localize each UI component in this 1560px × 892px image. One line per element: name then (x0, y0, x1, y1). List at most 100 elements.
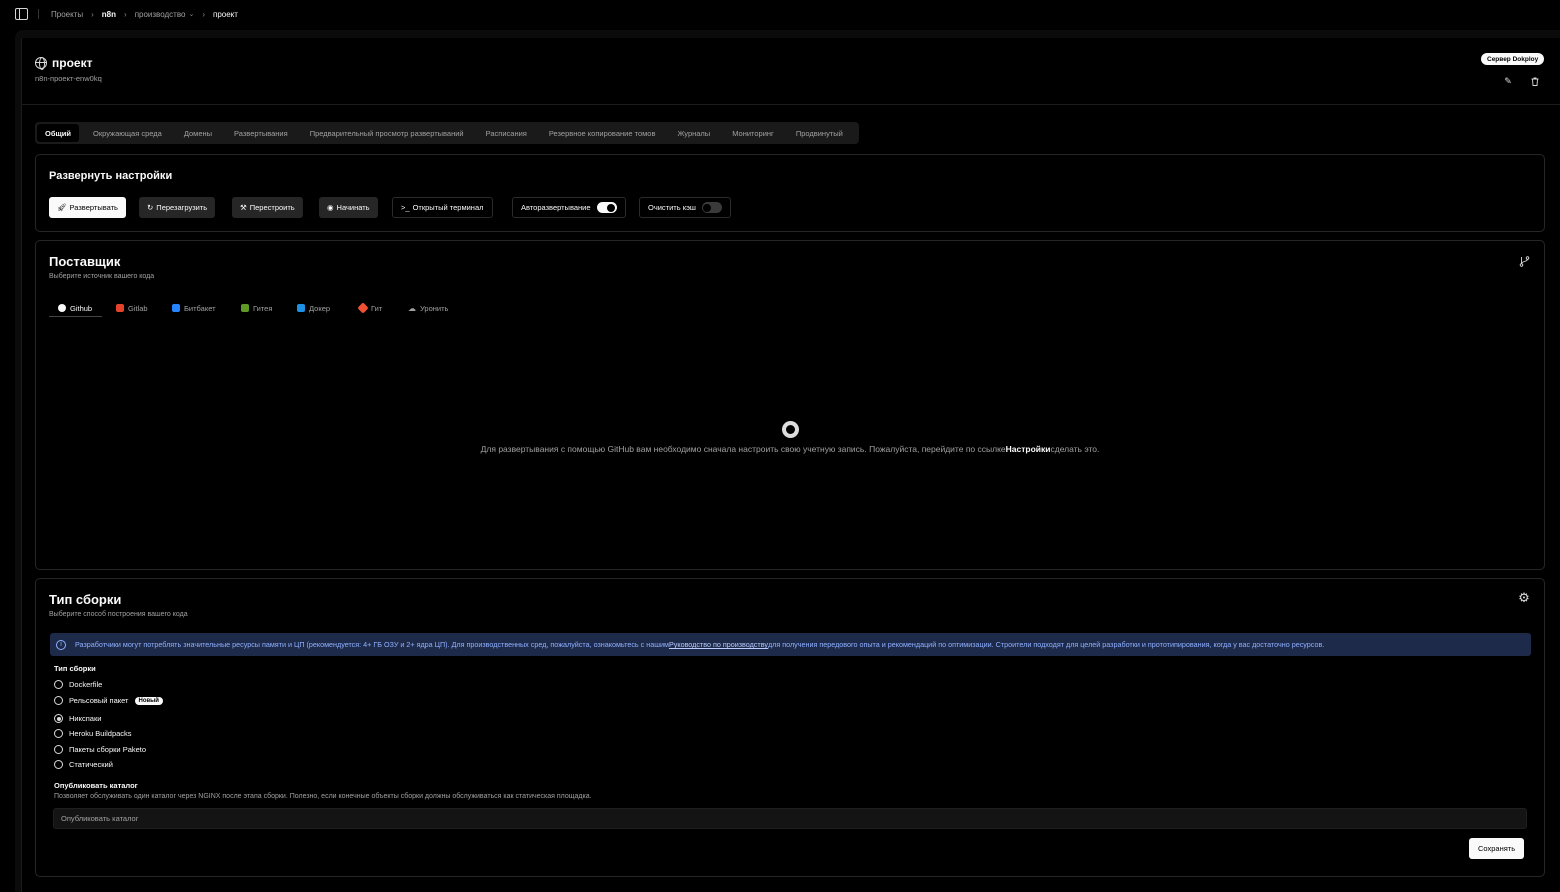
deploy-button[interactable]: 🚀︎ Развертывать (49, 197, 126, 218)
provider-tab-gitea-label: Гитея (253, 303, 273, 313)
tab-domains[interactable]: Домены (176, 124, 220, 142)
tab-volume-backups[interactable]: Резервное копирование томов (541, 124, 664, 142)
chevron-down-icon[interactable]: ⌄ (188, 10, 194, 18)
rebuild-button[interactable]: ⚒ Перестроить (232, 197, 303, 218)
radio-button[interactable] (54, 714, 63, 723)
tab-general[interactable]: Общий (37, 124, 80, 142)
github-empty-state: Для развертывания с помощью GitHub вам н… (36, 421, 1544, 454)
tab-preview-deployments[interactable]: Предварительный просмотр развертываний (302, 124, 472, 142)
provider-tab-git-label: Гит (371, 303, 383, 313)
clear-cache-label: Очистить кэш (648, 203, 696, 212)
deploy-settings-card: Развернуть настройки 🚀︎ Развертывать ↻ П… (35, 154, 1545, 232)
radio-dockerfile[interactable]: Dockerfile (54, 680, 102, 689)
reload-button[interactable]: ↻ Перезагрузить (139, 197, 216, 218)
tab-bar: Общий Окружающая среда Домены Развертыва… (35, 122, 859, 144)
clear-cache-toggle-container: Очистить кэш (639, 197, 731, 218)
provider-tab-docker[interactable]: Докер (297, 300, 330, 316)
divider (22, 104, 1560, 105)
cloud-upload-icon: ☁ (408, 303, 416, 313)
deploy-label: Развертывать (69, 203, 118, 212)
provider-tab-drop-label: Уронить (420, 303, 449, 313)
docker-icon (297, 304, 305, 312)
build-type-label: Тип сборки (54, 664, 96, 673)
tab-monitoring[interactable]: Мониторинг (724, 124, 782, 142)
radio-nixpacks[interactable]: Никспаки (54, 714, 101, 723)
provider-tab-github[interactable]: Github (58, 300, 92, 316)
github-icon (58, 304, 66, 312)
info-icon: i (56, 639, 66, 650)
deploy-settings-title: Развернуть настройки (49, 170, 173, 182)
sidebar-toggle-icon[interactable] (15, 8, 28, 20)
tab-deployments[interactable]: Развертывания (226, 124, 296, 142)
top-bar: Проекты › n8n › производство ⌄ › проект (0, 0, 1560, 28)
radio-label: Статический (69, 760, 113, 769)
tab-logs[interactable]: Журналы (669, 124, 718, 142)
publish-directory-input[interactable]: Опубликовать каталог (53, 808, 1527, 829)
provider-tab-git[interactable]: Гит (357, 300, 383, 316)
open-terminal-button[interactable]: >_ Открытый терминал (392, 197, 493, 218)
rebuild-label: Перестроить (249, 203, 295, 212)
radio-paketo-buildpacks[interactable]: Пакеты сборки Paketo (54, 745, 146, 754)
start-label: Начинать (336, 203, 370, 212)
radio-label: Рельсовый пакет (69, 696, 129, 705)
radio-heroku-buildpacks[interactable]: Heroku Buildpacks (54, 729, 132, 738)
radio-button[interactable] (54, 760, 63, 769)
tab-environment[interactable]: Окружающая среда (85, 124, 170, 142)
gitlab-icon (116, 304, 124, 312)
radio-static[interactable]: Статический (54, 760, 113, 769)
radio-button[interactable] (54, 745, 63, 754)
build-type-card: Тип сборки Выберите способ построения ва… (35, 578, 1545, 877)
edit-icon[interactable]: ✎ (1502, 75, 1514, 87)
clear-cache-switch[interactable] (701, 202, 722, 213)
reload-label: Перезагрузить (156, 203, 208, 212)
autodeploy-label: Авторазвертывание (521, 203, 591, 212)
tab-advanced[interactable]: Продвинутый (788, 124, 851, 142)
radio-label: Dockerfile (69, 680, 103, 689)
provider-tab-gitlab[interactable]: Gitlab (116, 300, 148, 316)
provider-subtitle: Выберите источник вашего кода (49, 273, 155, 280)
project-header: проект n8n-проект-enw0kq (35, 56, 102, 83)
settings-link[interactable]: Настройки (1006, 444, 1051, 454)
globe-icon (35, 57, 47, 70)
radio-label: Никспаки (69, 714, 102, 723)
build-type-subtitle: Выберите способ построения вашего кода (49, 611, 188, 618)
trash-icon[interactable] (1529, 75, 1541, 87)
production-guide-link[interactable]: Руководство по производству (669, 640, 768, 649)
radio-button[interactable] (54, 696, 63, 705)
bitbucket-icon (172, 304, 180, 312)
check-circle-icon: ◉ (327, 203, 334, 212)
start-button[interactable]: ◉ Начинать (319, 197, 378, 218)
provider-title: Поставщик (49, 254, 121, 269)
breadcrumb-current: проект (212, 9, 238, 19)
radio-button[interactable] (54, 680, 63, 689)
info-alert: i Разработчики могут потреблять значител… (50, 633, 1531, 656)
radio-railpack[interactable]: Рельсовый пакет Новый (54, 696, 163, 705)
autodeploy-toggle-container: Авторазвертывание (512, 197, 626, 218)
server-badge: Сервер Dokploy (1481, 53, 1545, 65)
provider-tab-bitbucket[interactable]: Битбакет (172, 300, 216, 316)
breadcrumb-projects[interactable]: Проекты (51, 10, 83, 19)
message-suffix: сделать это. (1050, 444, 1100, 454)
provider-tab-bitbucket-label: Битбакет (184, 303, 216, 313)
provider-tab-gitea[interactable]: Гитея (241, 300, 272, 316)
git-icon (357, 302, 369, 314)
radio-label: Heroku Buildpacks (69, 729, 132, 738)
info-suffix: для получения передового опыта и рекомен… (767, 640, 1325, 649)
breadcrumb-environment[interactable]: производство (135, 10, 186, 19)
provider-tab-drop[interactable]: ☁ Уронить (408, 300, 448, 316)
active-tab-indicator (49, 316, 102, 317)
page-title: проект (52, 56, 93, 70)
github-icon (781, 421, 799, 438)
chevron-right-icon: › (124, 9, 127, 19)
breadcrumb-n8n[interactable]: n8n (102, 10, 116, 19)
radio-button[interactable] (54, 729, 63, 738)
new-badge: Новый (134, 696, 163, 705)
rocket-icon: 🚀︎ (57, 203, 67, 212)
gear-icon[interactable]: ⚙ (1518, 590, 1530, 605)
provider-tab-docker-label: Докер (309, 303, 331, 313)
autodeploy-switch[interactable] (596, 202, 617, 213)
publish-directory-description: Позволяет обслуживать один каталог через… (54, 793, 592, 800)
save-button[interactable]: Сохранять (1469, 838, 1525, 859)
divider (38, 9, 39, 19)
tab-schedules[interactable]: Расписания (478, 124, 535, 142)
